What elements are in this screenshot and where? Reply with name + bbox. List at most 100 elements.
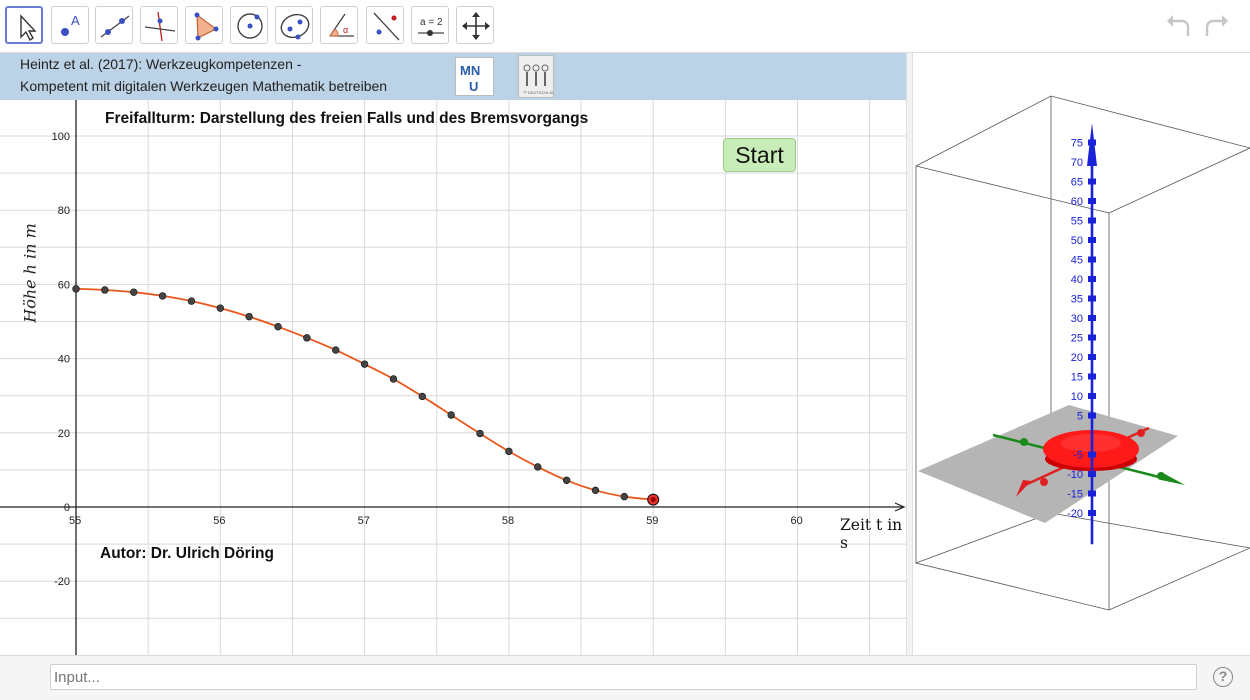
z-tick-label: 40 [1071, 274, 1083, 286]
circle-tool-button[interactable] [230, 6, 268, 44]
reflect-tool-button[interactable] [366, 6, 404, 44]
svg-text:U: U [469, 79, 478, 94]
svg-text:α: α [343, 25, 348, 35]
x-tick-label: 56 [213, 515, 225, 527]
start-button[interactable]: Start [723, 138, 796, 172]
z-tick-label: 15 [1071, 372, 1083, 384]
data-point [332, 346, 340, 354]
redo-button[interactable] [1201, 12, 1231, 40]
z-tick-label: 10 [1071, 391, 1083, 403]
data-point [274, 322, 282, 331]
data-point [360, 360, 369, 368]
point-icon: A [61, 13, 80, 36]
x-tick-label: 57 [358, 515, 370, 527]
move-tool-button[interactable] [5, 6, 43, 44]
line-tool-button[interactable] [95, 6, 133, 44]
x-tick-label: 59 [646, 515, 658, 527]
graphics-3d-view[interactable]: 75 70 65 60 55 50 45 40 35 30 25 20 15 10 5 -5 -10 -15 -20 [913, 53, 1250, 655]
y-tick-label: 100 [52, 131, 70, 143]
slider-tool-button[interactable]: a = 2 [411, 6, 449, 44]
banner-line-2: Kompetent mit digitalen Werkzeugen Mathe… [20, 78, 388, 94]
z-tick-mark [1088, 451, 1096, 458]
data-point [245, 312, 253, 321]
z-tick-mark [1088, 217, 1096, 224]
data-point [187, 297, 196, 305]
toolbar: A α a = 2 [0, 0, 1250, 53]
z-tick-mark [1088, 276, 1096, 282]
z-tick-mark [1088, 159, 1096, 165]
y-tick-label: 0 [64, 502, 70, 514]
data-point [158, 292, 167, 300]
data-point [101, 286, 109, 294]
z-tick-label: 70 [1071, 157, 1083, 169]
algebra-input[interactable] [50, 664, 1197, 690]
polygon-tool-button[interactable] [185, 6, 223, 44]
z-tick-mark [1088, 256, 1096, 263]
z-tick-label: 35 [1071, 294, 1083, 306]
z-tick-mark [1088, 334, 1096, 341]
undo-button[interactable] [1164, 12, 1194, 40]
perpendicular-line-tool-button[interactable] [140, 6, 178, 44]
move-view-icon [462, 12, 490, 40]
y-axis-label: Höhe h in m [20, 223, 40, 323]
data-point [72, 285, 80, 293]
z-tick-mark [1088, 471, 1096, 477]
graphics-view[interactable]: 55 56 57 58 59 60 -20 0 20 40 60 80 100 Heintz et al… [0, 53, 906, 655]
data-point [620, 492, 629, 501]
data-point [130, 288, 138, 296]
perpendicular-line-icon [144, 11, 176, 42]
z-tick-mark [1088, 510, 1096, 516]
z-tick-label: 5 [1077, 411, 1083, 423]
angle-tool-button[interactable]: α [320, 6, 358, 44]
line-icon [100, 15, 130, 38]
ellipse-icon [280, 13, 310, 40]
circle-icon [237, 13, 263, 39]
point-tool-button[interactable]: A [51, 6, 89, 44]
z-tick-mark [1088, 139, 1096, 146]
z-tick-label: 65 [1071, 177, 1083, 189]
z-tick-label: 25 [1071, 333, 1083, 345]
x-tick-label: 60 [791, 515, 803, 527]
applet-title: Freifallturm: Darstellung des freien Fal… [105, 110, 589, 127]
data-point [534, 463, 542, 471]
z-tick-label: 75 [1071, 138, 1083, 150]
citation-banner: Heintz et al. (2017): Werkzeugkompetenze… [0, 53, 906, 100]
y-tick-label: 80 [58, 205, 70, 217]
ellipse-tool-button[interactable] [275, 6, 313, 44]
input-bar: ? [0, 655, 1250, 700]
reflect-icon [373, 12, 400, 41]
z-tick-mark [1088, 315, 1096, 321]
svg-text:a = 2: a = 2 [420, 17, 443, 28]
move-graphics-view-tool-button[interactable] [456, 6, 494, 44]
z-tick-mark [1088, 295, 1096, 302]
z-tick-mark [1088, 354, 1096, 360]
view-3d-canvas[interactable]: 75 70 65 60 55 50 45 40 35 30 25 20 15 10 5 -5 -10 -15 -20 [913, 53, 1250, 655]
data-point [216, 304, 225, 312]
data-point [447, 411, 455, 419]
y-tick-label: 40 [58, 354, 70, 366]
help-icon[interactable]: ? [1213, 667, 1233, 687]
z-tick-label: -20 [1067, 508, 1083, 520]
z-tick-mark [1088, 373, 1096, 380]
z-tick-label: 20 [1071, 352, 1083, 364]
x-axis-label: Zeit t in s [840, 516, 903, 552]
svg-text:MN: MN [460, 63, 480, 78]
data-point [476, 429, 484, 438]
redo-icon [1205, 15, 1228, 36]
y-tick-label: -20 [54, 576, 70, 588]
z-tick-label: 45 [1071, 255, 1083, 267]
x-tick-label: 58 [502, 515, 514, 527]
mnu-logo: MN U [455, 57, 494, 96]
z-tick-mark [1088, 178, 1096, 185]
data-point [303, 334, 311, 342]
y-tick-label: 60 [58, 279, 70, 291]
z-tick-mark [1088, 237, 1096, 243]
polygon-icon [194, 12, 219, 41]
y-tick-label: 20 [58, 428, 70, 440]
svg-text:T³ DEUTSCHLAND: T³ DEUTSCHLAND [523, 90, 553, 95]
z-tick-label: 30 [1071, 313, 1083, 325]
z-tick-mark [1088, 393, 1096, 399]
slider-icon: a = 2 [418, 17, 444, 36]
data-point [505, 447, 513, 456]
view-divider[interactable] [906, 53, 913, 655]
